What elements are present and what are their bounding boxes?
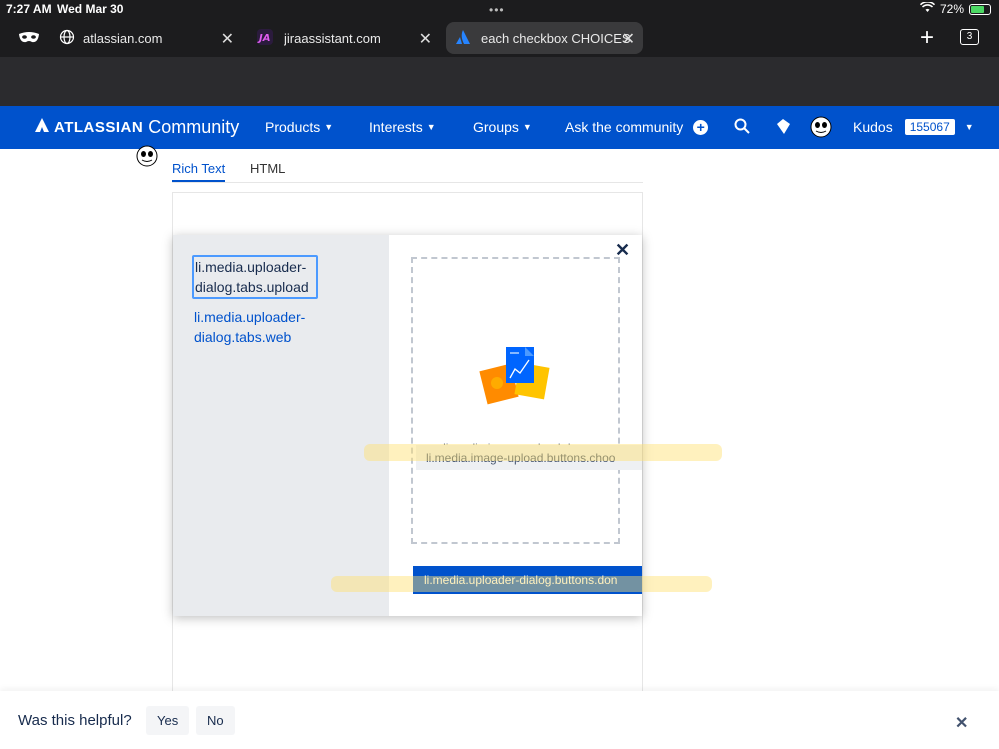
logo-community: Community: [148, 117, 240, 137]
private-mode-icon[interactable]: [18, 31, 40, 45]
close-tab-icon[interactable]: ✕: [622, 29, 635, 49]
media-uploader-dialog: li.media.uploader-dialog.tabs.upload li.…: [173, 235, 642, 616]
browser-toolbar: [0, 57, 999, 106]
tab-label: each checkbox CHOICES pc: [481, 30, 631, 46]
kudos-count-badge: 155067: [904, 119, 955, 135]
notifications-icon[interactable]: [774, 118, 791, 135]
atlassian-icon: [455, 29, 471, 48]
tab-label: atlassian.com: [83, 30, 163, 46]
close-tab-icon[interactable]: ✕: [419, 29, 432, 49]
logo-brand: ATLASSIAN: [54, 119, 144, 136]
feedback-question: Was this helpful?: [18, 712, 132, 729]
no-button[interactable]: No: [196, 706, 235, 735]
feedback-bar: Was this helpful? Yes No ✕: [0, 691, 999, 749]
community-nav: ATLASSIAN Community Products ▼ Interests…: [0, 106, 999, 149]
nav-label: Ask the community: [565, 119, 684, 135]
browser-tab-jiraassistant[interactable]: JA jiraassistant.com ✕: [254, 22, 440, 54]
plus-circle-icon: +: [693, 119, 709, 135]
status-bar: 7:27 AM Wed Mar 30 ••• 72%: [0, 0, 999, 20]
status-indicators: 72%: [919, 1, 991, 16]
image-drop-zone[interactable]: li.media.image-upload.drop: [411, 257, 620, 544]
tab-label: jiraassistant.com: [284, 30, 381, 46]
chevron-down-icon: ▼: [426, 122, 436, 132]
chevron-down-icon: ▼: [964, 122, 974, 132]
battery-icon: [969, 3, 991, 15]
editor-mode-tabs: Rich Text HTML: [172, 160, 643, 183]
browser-tab-bar: atlassian.com ✕ JA jiraassistant.com ✕ e…: [0, 20, 999, 57]
nav-products[interactable]: Products ▼: [265, 119, 333, 135]
user-avatar: [136, 145, 158, 167]
nav-label: Products: [265, 119, 321, 135]
chevron-down-icon: ▼: [522, 122, 532, 132]
chevron-down-icon: ▼: [324, 122, 334, 132]
nav-label: Groups: [473, 119, 519, 135]
nav-label: Interests: [369, 119, 423, 135]
choose-file-button[interactable]: li.media.image-upload.buttons.choo: [416, 445, 642, 470]
atlassian-community-logo[interactable]: ATLASSIAN Community: [35, 117, 239, 138]
atlassian-logo-icon: [35, 118, 49, 137]
battery-level: [971, 5, 984, 13]
dialog-sidebar: li.media.uploader-dialog.tabs.upload li.…: [173, 235, 389, 616]
dialog-tab-web[interactable]: li.media.uploader-dialog.tabs.web: [194, 307, 320, 347]
status-date: Wed Mar 30: [57, 2, 124, 16]
tab-overview-button[interactable]: 3: [960, 29, 979, 45]
browser-tab-atlassian[interactable]: atlassian.com ✕: [56, 22, 242, 54]
svg-text:JA: JA: [257, 33, 270, 44]
jira-assistant-icon: JA: [256, 28, 274, 49]
multitasking-dots-icon[interactable]: •••: [489, 3, 505, 17]
close-tab-icon[interactable]: ✕: [221, 29, 234, 49]
wifi-icon: [919, 1, 936, 16]
done-button[interactable]: li.media.uploader-dialog.buttons.don: [413, 566, 642, 594]
upload-illustration-icon: [479, 345, 555, 414]
nav-interests[interactable]: Interests ▼: [369, 119, 436, 135]
nav-groups[interactable]: Groups ▼: [473, 119, 532, 135]
avatar[interactable]: [810, 116, 832, 138]
search-icon[interactable]: [734, 118, 750, 134]
nav-ask-community[interactable]: Ask the community +: [565, 119, 709, 135]
close-icon[interactable]: ✕: [955, 713, 968, 733]
new-tab-icon[interactable]: +: [920, 24, 934, 52]
kudos-label: Kudos: [853, 119, 893, 135]
browser-tab-active[interactable]: each checkbox CHOICES pc ✕: [446, 22, 643, 54]
kudos-menu[interactable]: Kudos 155067 ▼: [853, 119, 974, 135]
tab-rich-text[interactable]: Rich Text: [172, 161, 226, 182]
battery-percent: 72%: [939, 2, 964, 16]
status-time: 7:27 AM: [6, 2, 52, 16]
dialog-tab-upload[interactable]: li.media.uploader-dialog.tabs.upload: [192, 255, 318, 299]
yes-button[interactable]: Yes: [146, 706, 190, 735]
tab-html[interactable]: HTML: [250, 161, 285, 180]
globe-icon: [59, 29, 75, 48]
